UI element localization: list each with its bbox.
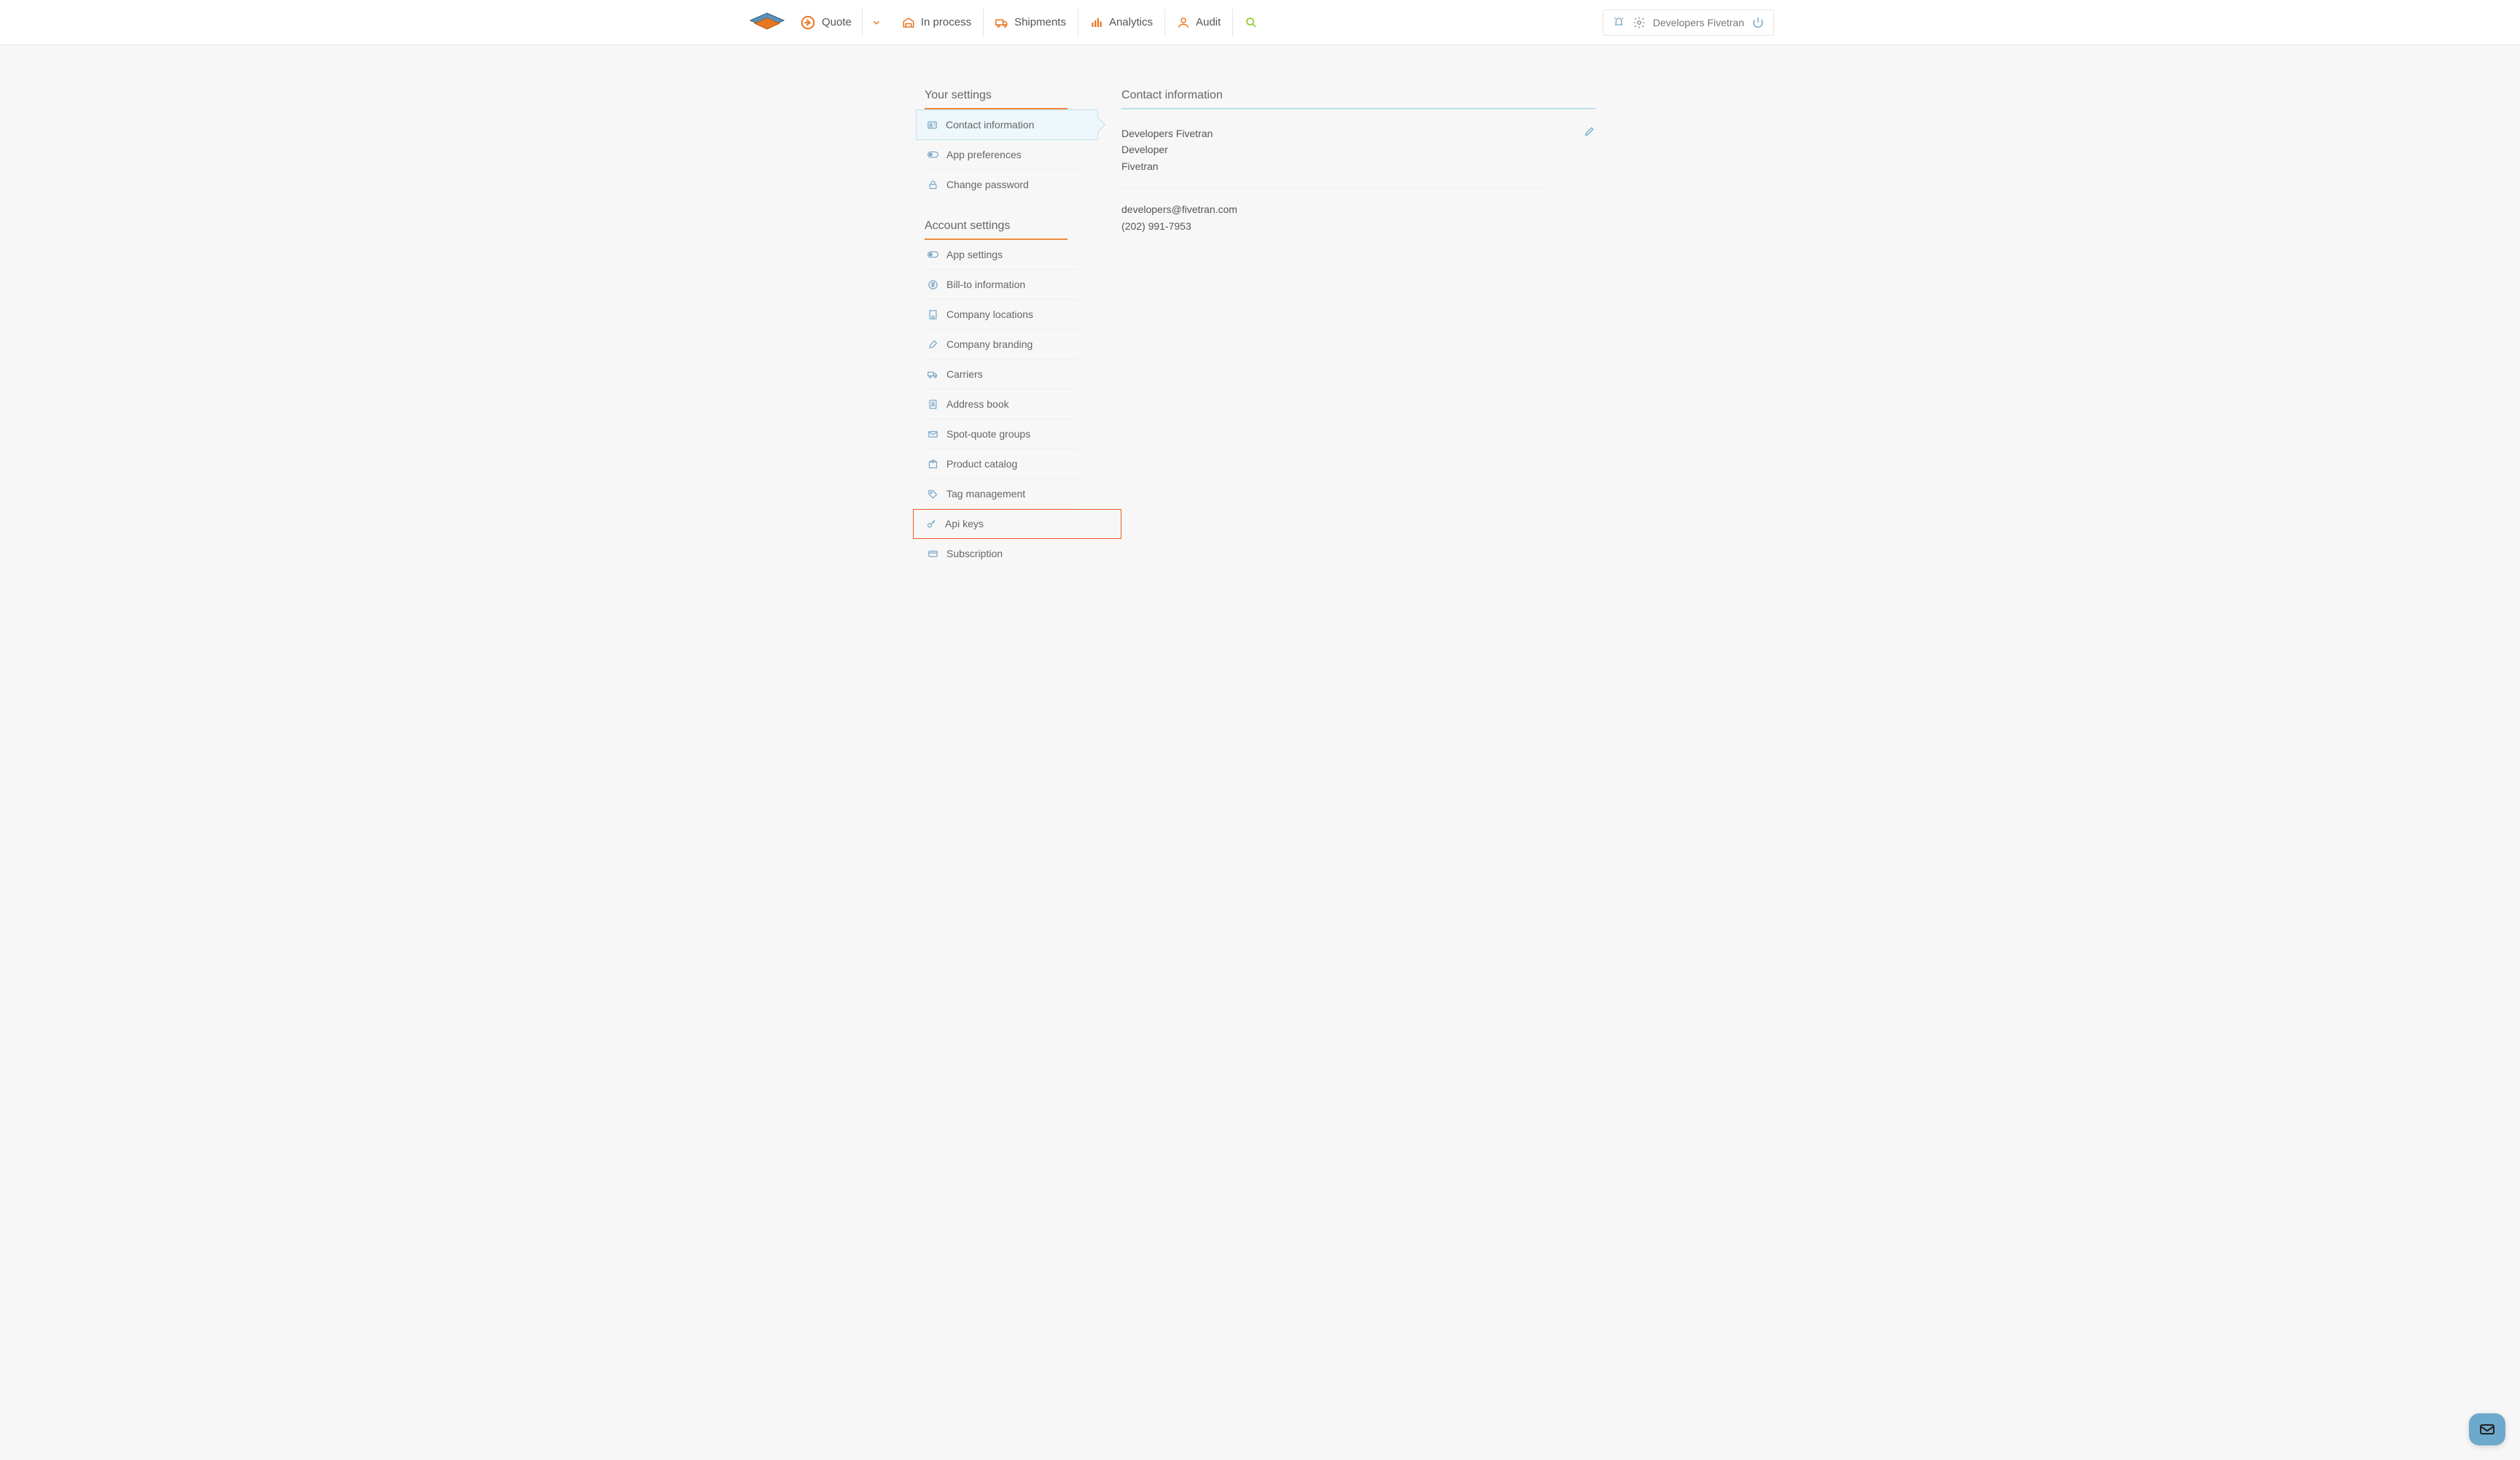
sidebar-item-label: Company locations xyxy=(946,308,1033,320)
contact-company: Fivetran xyxy=(1121,158,1544,174)
envelope-icon xyxy=(928,429,939,440)
nav-in-process-label: In process xyxy=(921,16,971,28)
user-name: Developers Fivetran xyxy=(1653,17,1744,28)
truck-icon xyxy=(995,16,1008,29)
nav-shipments-label: Shipments xyxy=(1014,16,1066,28)
sidebar-item-label: Api keys xyxy=(945,518,984,529)
sidebar-item-label: Change password xyxy=(946,179,1029,190)
power-icon[interactable] xyxy=(1751,16,1765,29)
sidebar-item-bill-to-information[interactable]: Bill-to information xyxy=(925,270,1078,300)
sidebar-item-subscription[interactable]: Subscription xyxy=(925,539,1078,568)
truck-icon xyxy=(928,369,939,380)
search-icon xyxy=(1245,16,1258,29)
contact-email: developers@fivetran.com xyxy=(1121,201,1595,217)
nav-analytics-label: Analytics xyxy=(1109,16,1153,28)
mail-icon xyxy=(2478,1421,2496,1438)
nav-shipments[interactable]: Shipments xyxy=(983,9,1078,36)
sidebar-item-label: Bill-to information xyxy=(946,279,1025,290)
contact-role: Developer xyxy=(1121,141,1544,158)
address-book-icon xyxy=(928,399,939,410)
sidebar-item-label: Carriers xyxy=(946,368,983,380)
sidebar-item-api-keys[interactable]: Api keys xyxy=(913,509,1121,539)
sidebar-item-spot-quote-groups[interactable]: Spot-quote groups xyxy=(925,419,1078,449)
sidebar-item-change-password[interactable]: Change password xyxy=(925,170,1078,199)
sidebar-item-tag-management[interactable]: Tag management xyxy=(925,479,1078,509)
sidebar-item-app-preferences[interactable]: App preferences xyxy=(925,140,1078,170)
toggle-icon xyxy=(928,250,939,259)
nav-quote[interactable]: Quote xyxy=(800,15,862,31)
sidebar-item-address-book[interactable]: Address book xyxy=(925,389,1078,419)
page-title: Contact information xyxy=(1121,89,1595,109)
bell-icon[interactable] xyxy=(1612,16,1625,29)
person-icon xyxy=(1177,16,1190,29)
dollar-icon xyxy=(928,279,939,290)
toggle-icon xyxy=(928,150,939,159)
sidebar-item-label: App settings xyxy=(946,249,1003,260)
sidebar-item-label: Address book xyxy=(946,398,1009,410)
user-menu[interactable]: Developers Fivetran xyxy=(1603,9,1774,36)
nav-audit-label: Audit xyxy=(1196,16,1221,28)
sidebar-item-app-settings[interactable]: App settings xyxy=(925,240,1078,270)
sidebar-item-label: Spot-quote groups xyxy=(946,428,1030,440)
account-settings-heading: Account settings xyxy=(925,220,1068,240)
nav-in-process[interactable]: In process xyxy=(890,9,983,36)
sidebar-item-label: Contact information xyxy=(946,119,1034,131)
arrow-right-circle-icon xyxy=(800,15,816,31)
box-icon xyxy=(928,459,939,470)
bar-chart-icon xyxy=(1090,16,1103,29)
sidebar-item-label: Product catalog xyxy=(946,458,1017,470)
nav-analytics[interactable]: Analytics xyxy=(1078,9,1164,36)
key-icon xyxy=(926,519,938,529)
sidebar-item-label: Tag management xyxy=(946,488,1025,500)
contact-name: Developers Fivetran xyxy=(1121,125,1544,141)
card-icon xyxy=(928,548,939,559)
sidebar-item-carriers[interactable]: Carriers xyxy=(925,360,1078,389)
nav-audit[interactable]: Audit xyxy=(1164,9,1232,36)
nav-quote-dropdown[interactable] xyxy=(862,9,890,36)
pencil-icon xyxy=(1584,125,1595,137)
sidebar-item-product-catalog[interactable]: Product catalog xyxy=(925,449,1078,479)
app-logo[interactable] xyxy=(746,10,788,35)
sidebar-item-label: Company branding xyxy=(946,338,1032,350)
warehouse-icon xyxy=(902,16,915,29)
your-settings-heading: Your settings xyxy=(925,89,1068,109)
edit-button[interactable] xyxy=(1584,125,1595,137)
chevron-down-icon xyxy=(871,18,882,28)
sidebar-item-company-locations[interactable]: Company locations xyxy=(925,300,1078,330)
contact-phone: (202) 991-7953 xyxy=(1121,218,1595,234)
sidebar-item-contact-information[interactable]: Contact information xyxy=(916,109,1098,140)
nav-search[interactable] xyxy=(1232,9,1269,36)
help-fab[interactable] xyxy=(2469,1413,2505,1445)
lock-icon xyxy=(928,179,939,190)
sidebar-item-company-branding[interactable]: Company branding xyxy=(925,330,1078,360)
gear-icon[interactable] xyxy=(1633,16,1646,29)
contact-card: Developers Fivetran Developer Fivetran d… xyxy=(1121,125,1595,234)
sidebar-item-label: App preferences xyxy=(946,149,1022,160)
tag-icon xyxy=(928,489,939,500)
nav-quote-label: Quote xyxy=(822,16,852,28)
id-card-icon xyxy=(927,120,938,131)
sidebar-item-label: Subscription xyxy=(946,548,1003,559)
brush-icon xyxy=(928,339,939,350)
building-icon xyxy=(928,309,939,320)
